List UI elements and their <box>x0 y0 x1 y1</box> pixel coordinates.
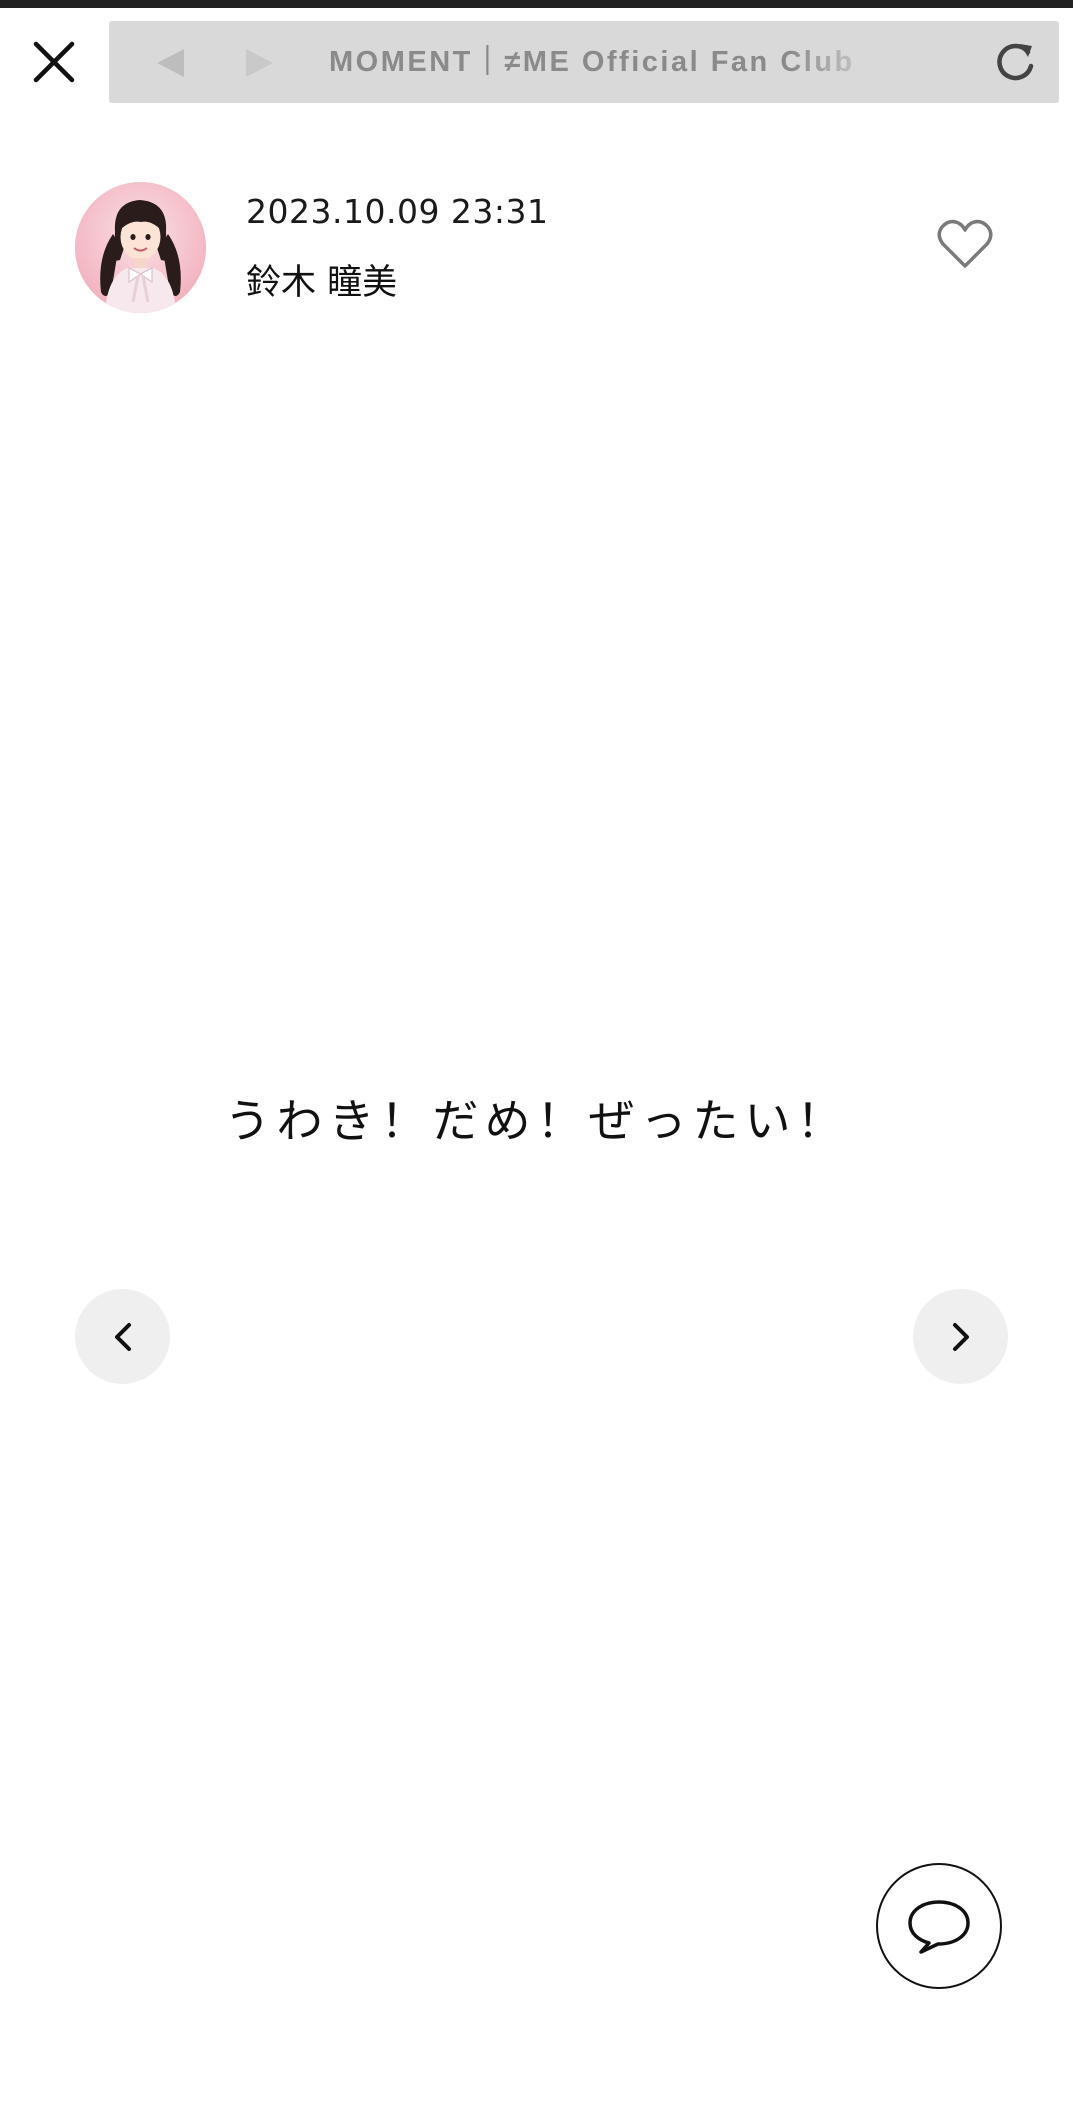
heart-icon <box>937 219 993 268</box>
comment-button[interactable] <box>876 1863 1002 1989</box>
status-strip <box>0 0 1073 8</box>
post-date: 2023.10.09 23:31 <box>246 192 549 231</box>
chevron-right-icon <box>952 1322 969 1351</box>
post-message: うわき！だめ！ぜったい！ <box>224 1094 849 1148</box>
reload-button[interactable] <box>991 39 1039 87</box>
title-fade <box>789 21 949 103</box>
browser-forward-button[interactable] <box>237 41 281 85</box>
avatar[interactable] <box>75 182 206 313</box>
speech-bubble-icon <box>908 1900 970 1954</box>
reload-icon <box>997 43 1034 81</box>
next-post-button[interactable] <box>913 1289 1008 1384</box>
previous-post-button[interactable] <box>75 1289 170 1384</box>
like-button[interactable] <box>933 212 997 276</box>
close-icon <box>33 41 75 83</box>
forward-arrow-icon <box>246 49 273 77</box>
chevron-left-icon <box>114 1322 131 1351</box>
post-header: 2023.10.09 23:31 鈴木 瞳美 <box>75 180 1005 315</box>
browser-back-button[interactable] <box>149 41 193 85</box>
close-button[interactable] <box>22 30 86 94</box>
post-author: 鈴木 瞳美 <box>246 263 398 303</box>
back-arrow-icon <box>157 49 184 77</box>
browser-address-bar: MOMENT｜≠ME Official Fan Club <box>109 21 1059 103</box>
